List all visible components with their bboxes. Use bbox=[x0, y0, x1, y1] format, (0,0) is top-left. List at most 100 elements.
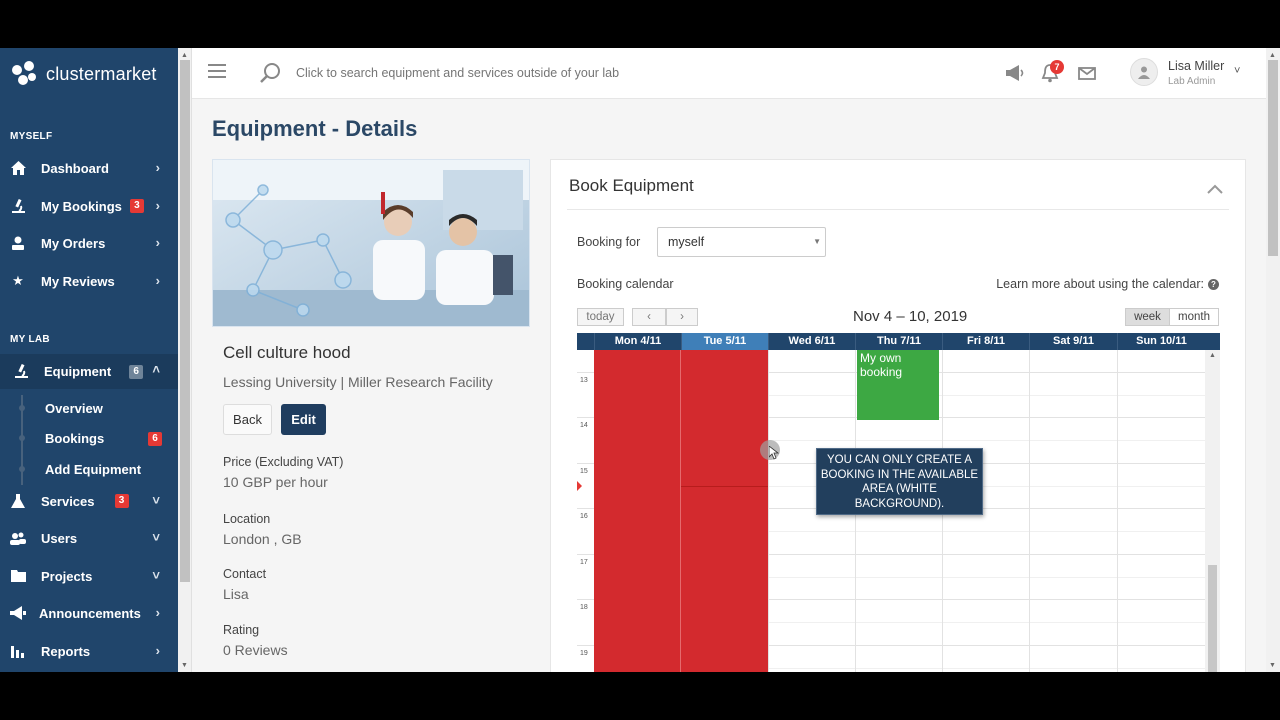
sidebar-item-projects[interactable]: Projects ˅ bbox=[0, 559, 178, 593]
chevron-up-icon: ˄ bbox=[152, 362, 160, 377]
week-view-button[interactable]: week bbox=[1125, 308, 1170, 326]
user-role: Lab Admin bbox=[1168, 76, 1216, 87]
sidebar-item-label: My Reviews bbox=[41, 273, 115, 289]
user-icon bbox=[10, 235, 26, 251]
sidebar-item-equipment[interactable]: Equipment 6 ˄ bbox=[0, 354, 178, 389]
price-label: Price (Excluding VAT) bbox=[223, 455, 344, 469]
sidebar-item-my-orders[interactable]: My Orders › bbox=[0, 226, 178, 260]
booking-for-select[interactable]: myself ▼ bbox=[657, 227, 826, 257]
day-header-tue: Tue 5/11 bbox=[681, 333, 768, 350]
day-header-thu: Thu 7/11 bbox=[855, 333, 942, 350]
current-time-marker-icon bbox=[577, 481, 582, 491]
back-button[interactable]: Back bbox=[223, 404, 272, 435]
contact-label: Contact bbox=[223, 567, 267, 581]
next-week-button[interactable]: › bbox=[666, 308, 698, 326]
sidebar-item-users[interactable]: Users ˅ bbox=[0, 521, 178, 555]
brand[interactable]: clustermarket bbox=[12, 60, 157, 88]
price-value: 10 GBP per hour bbox=[223, 474, 328, 490]
sidebar-scrollbar[interactable]: ▲ ▼ bbox=[178, 48, 192, 672]
hour-label: 16 bbox=[580, 513, 588, 520]
sidebar-item-reports[interactable]: Reports › bbox=[0, 634, 178, 668]
contact-value: Lisa bbox=[223, 586, 249, 602]
scroll-down-arrow-icon[interactable]: ▼ bbox=[181, 662, 188, 669]
mouse-cursor-icon bbox=[768, 445, 780, 460]
calendar-scrollbar[interactable]: ▲ bbox=[1205, 350, 1220, 672]
calendar-scrollbar-thumb[interactable] bbox=[1208, 565, 1217, 672]
search-icon[interactable] bbox=[260, 62, 282, 84]
chevron-right-icon: › bbox=[155, 235, 160, 250]
chevron-up-icon[interactable] bbox=[1207, 182, 1223, 194]
submenu-dot bbox=[19, 435, 25, 441]
user-name[interactable]: Lisa Miller bbox=[1168, 59, 1224, 73]
sidebar-item-label: Dashboard bbox=[41, 160, 109, 176]
calendar-help-text: Learn more about using the calendar: bbox=[996, 277, 1204, 291]
equipment-photo bbox=[212, 159, 530, 327]
page-scrollbar[interactable]: ▲ ▼ bbox=[1266, 48, 1280, 672]
sidebar-item-my-bookings[interactable]: My Bookings 3 › bbox=[0, 189, 178, 223]
day-column-line bbox=[1117, 350, 1118, 672]
mail-icon[interactable] bbox=[1076, 62, 1098, 84]
users-icon bbox=[10, 530, 26, 546]
brand-name: clustermarket bbox=[46, 63, 157, 84]
chevron-right-icon: › bbox=[155, 605, 160, 620]
bookings-count-badge: 6 bbox=[148, 432, 162, 446]
hour-label: 18 bbox=[580, 604, 588, 611]
sidebar-item-label: My Bookings bbox=[41, 198, 122, 214]
caret-down-icon: ▼ bbox=[813, 237, 821, 246]
page-title: Equipment - Details bbox=[212, 116, 418, 141]
scroll-up-arrow-icon[interactable]: ▲ bbox=[181, 52, 188, 59]
sidebar-item-label: Services bbox=[41, 493, 95, 509]
chevron-down-icon[interactable]: ˅ bbox=[1234, 65, 1240, 77]
page-scrollbar-thumb[interactable] bbox=[1268, 60, 1278, 256]
hour-label: 14 bbox=[580, 422, 588, 429]
search-input[interactable] bbox=[296, 62, 896, 84]
bar-chart-icon bbox=[10, 643, 26, 659]
sidebar-scrollbar-thumb[interactable] bbox=[180, 60, 190, 582]
submenu-item-overview[interactable]: Overview bbox=[45, 401, 103, 416]
submenu-item-add-equipment[interactable]: Add Equipment bbox=[45, 462, 141, 477]
booking-for-label: Booking for bbox=[577, 235, 641, 249]
current-time-line bbox=[681, 486, 768, 487]
calendar-help[interactable]: Learn more about using the calendar:? bbox=[996, 277, 1219, 291]
avatar[interactable] bbox=[1130, 58, 1158, 86]
today-button[interactable]: today bbox=[577, 308, 624, 326]
sidebar-item-my-reviews[interactable]: ★ My Reviews › bbox=[0, 264, 178, 298]
hamburger-menu-icon[interactable] bbox=[208, 64, 226, 78]
scroll-up-arrow-icon[interactable]: ▲ bbox=[1269, 52, 1276, 59]
booking-hint-tooltip: YOU CAN ONLY CREATE A BOOKING IN THE AVA… bbox=[816, 448, 983, 515]
megaphone-icon[interactable] bbox=[1004, 62, 1026, 84]
month-view-button[interactable]: month bbox=[1169, 308, 1219, 326]
rating-value: 0 Reviews bbox=[223, 642, 288, 658]
home-icon bbox=[10, 160, 26, 176]
star-icon: ★ bbox=[12, 273, 24, 288]
chevron-right-icon: › bbox=[155, 198, 160, 213]
question-circle-icon[interactable]: ? bbox=[1208, 279, 1219, 291]
own-booking-event[interactable]: My own booking bbox=[857, 350, 939, 420]
sidebar-item-dashboard[interactable]: Dashboard › bbox=[0, 151, 178, 185]
clustermarket-logo-icon bbox=[12, 61, 38, 87]
edit-button[interactable]: Edit bbox=[281, 404, 326, 435]
booking-calendar-label: Booking calendar bbox=[577, 277, 674, 291]
equipment-count-badge: 6 bbox=[129, 364, 144, 379]
sidebar-item-services[interactable]: Services 3 ˅ bbox=[0, 484, 178, 518]
sidebar-item-label: Users bbox=[41, 530, 78, 546]
scroll-up-arrow-icon[interactable]: ▲ bbox=[1209, 352, 1216, 359]
chevron-right-icon: › bbox=[680, 311, 684, 323]
day-column-line bbox=[680, 350, 681, 672]
book-panel-title: Book Equipment bbox=[569, 176, 694, 195]
submenu-item-label: Bookings bbox=[45, 431, 105, 446]
location-value: London , GB bbox=[223, 531, 302, 547]
prev-week-button[interactable]: ‹ bbox=[632, 308, 666, 326]
booking-for-value: myself bbox=[668, 235, 705, 249]
rating-label: Rating bbox=[223, 623, 260, 637]
chevron-down-icon: ˅ bbox=[152, 493, 160, 508]
hour-label: 15 bbox=[580, 468, 588, 475]
day-column-line bbox=[1029, 350, 1030, 672]
hour-label: 19 bbox=[580, 650, 588, 657]
day-column-line bbox=[768, 350, 769, 672]
scroll-down-arrow-icon[interactable]: ▼ bbox=[1269, 662, 1276, 669]
submenu-item-bookings[interactable]: Bookings 6 bbox=[45, 431, 162, 446]
sidebar-item-announcements[interactable]: Announcements › bbox=[0, 596, 178, 630]
sidebar-item-label: My Orders bbox=[41, 235, 106, 251]
divider bbox=[567, 209, 1229, 210]
